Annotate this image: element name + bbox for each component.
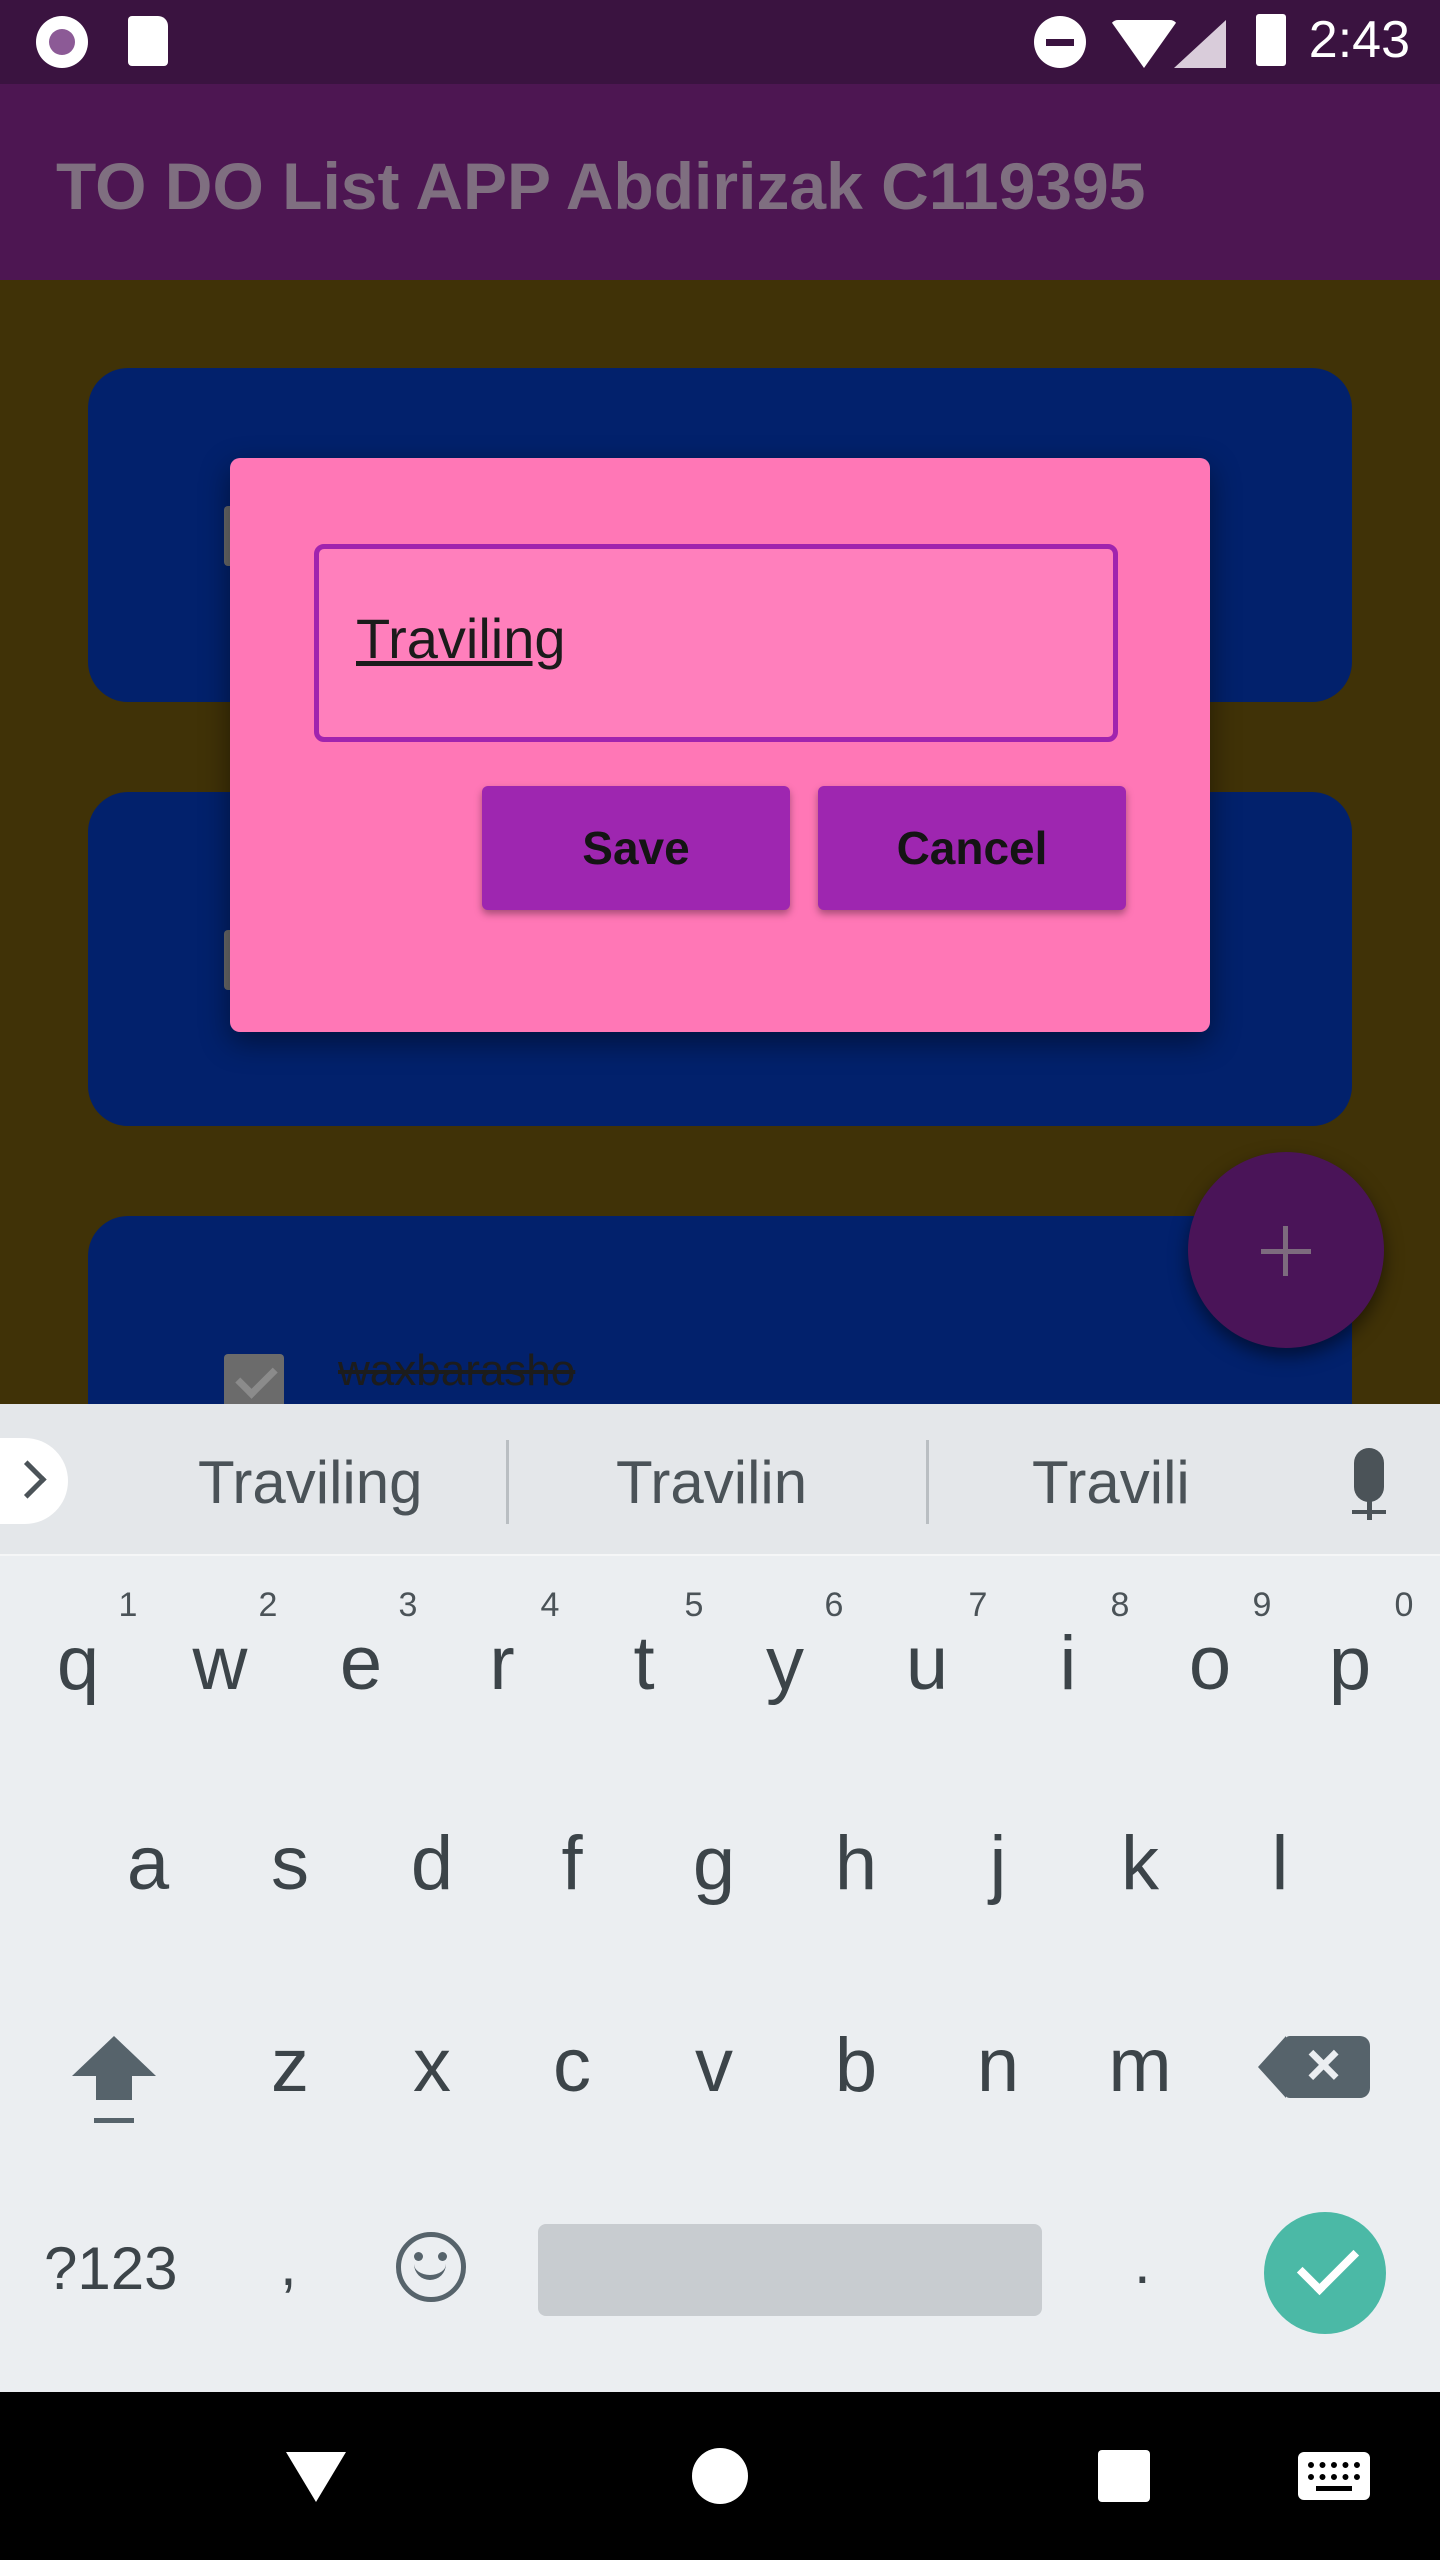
enter-key[interactable] [1264, 2212, 1386, 2334]
todo-checkbox-checked[interactable] [224, 1354, 284, 1404]
home-icon[interactable] [692, 2448, 748, 2504]
save-button[interactable]: Save [482, 786, 790, 910]
key-q[interactable]: q [28, 1620, 128, 1707]
suggestion-divider [506, 1440, 509, 1524]
key-k[interactable]: k [1090, 1820, 1190, 1907]
key-h[interactable]: h [806, 1820, 906, 1907]
cancel-button[interactable]: Cancel [818, 786, 1126, 910]
key-f[interactable]: f [522, 1820, 622, 1907]
period-key[interactable]: . [1134, 2228, 1151, 2297]
key-i[interactable]: i [1018, 1620, 1118, 1707]
cellular-signal-icon [1174, 20, 1226, 68]
key-a[interactable]: a [98, 1820, 198, 1907]
suggestion-1[interactable]: Traviling [198, 1448, 423, 1517]
back-icon[interactable] [286, 2452, 346, 2502]
key-t[interactable]: t [594, 1620, 694, 1707]
key-z[interactable]: z [240, 2022, 340, 2109]
hint-6: 6 [824, 1586, 844, 1624]
recents-icon[interactable] [1098, 2450, 1150, 2502]
suggestion-divider [926, 1440, 929, 1524]
hint-8: 8 [1110, 1586, 1130, 1624]
shift-icon-bar [94, 2118, 134, 2123]
key-v[interactable]: v [664, 2022, 764, 2109]
key-o[interactable]: o [1160, 1620, 1260, 1707]
hint-2: 2 [258, 1586, 278, 1624]
checkmark-icon [235, 1356, 278, 1399]
hint-5: 5 [684, 1586, 704, 1624]
keyboard-switch-icon[interactable] [1298, 2452, 1370, 2500]
key-x[interactable]: x [382, 2022, 482, 2109]
suggestion-2[interactable]: Travilin [616, 1448, 807, 1517]
key-g[interactable]: g [664, 1820, 764, 1907]
key-w[interactable]: w [170, 1620, 270, 1707]
key-e[interactable]: e [311, 1620, 411, 1707]
key-n[interactable]: n [948, 2022, 1048, 2109]
battery-icon [1256, 14, 1286, 66]
key-c[interactable]: c [522, 2022, 622, 2109]
hint-4: 4 [540, 1586, 560, 1624]
hint-0: 0 [1394, 1586, 1414, 1624]
wifi-icon [1110, 20, 1178, 68]
microphone-icon-base [1352, 1510, 1386, 1514]
space-key[interactable] [538, 2224, 1042, 2316]
backspace-x-icon: × [1306, 2031, 1342, 2098]
hint-1: 1 [118, 1586, 138, 1624]
plus-icon-vertical [1283, 1226, 1288, 1276]
symbols-key[interactable]: ?123 [44, 2234, 177, 2303]
key-j[interactable]: j [948, 1820, 1048, 1907]
key-u[interactable]: u [877, 1620, 977, 1707]
record-icon [36, 16, 88, 68]
todo-text: waxbarasho [338, 1346, 576, 1395]
emoji-eye-left [414, 2252, 423, 2261]
do-not-disturb-icon [1034, 16, 1086, 68]
microphone-icon[interactable] [1354, 1448, 1384, 1502]
key-s[interactable]: s [240, 1820, 340, 1907]
key-d[interactable]: d [382, 1820, 482, 1907]
emoji-eye-right [438, 2252, 447, 2261]
key-y[interactable]: y [735, 1620, 835, 1707]
key-m[interactable]: m [1090, 2022, 1190, 2109]
key-p[interactable]: p [1300, 1620, 1400, 1707]
todo-card[interactable]: waxbarasho [88, 1216, 1352, 1404]
key-l[interactable]: l [1230, 1820, 1330, 1907]
checkmark-icon [1296, 2232, 1360, 2296]
hint-3: 3 [398, 1586, 418, 1624]
backspace-icon-tip [1258, 2036, 1286, 2098]
key-b[interactable]: b [806, 2022, 906, 2109]
task-input-value: Traviling [356, 607, 566, 670]
sd-card-icon [128, 16, 168, 66]
key-r[interactable]: r [452, 1620, 552, 1707]
shift-icon[interactable] [72, 2036, 156, 2076]
comma-key[interactable]: , [280, 2230, 297, 2299]
suggestion-3[interactable]: Travili [1032, 1448, 1190, 1517]
status-time: 2:43 [1308, 11, 1410, 69]
hint-9: 9 [1252, 1586, 1272, 1624]
app-title: TO DO List APP Abdirizak C119395 [56, 149, 1146, 223]
hint-7: 7 [968, 1586, 988, 1624]
chevron-right-icon [8, 1460, 47, 1499]
shift-icon-stem [96, 2074, 132, 2100]
